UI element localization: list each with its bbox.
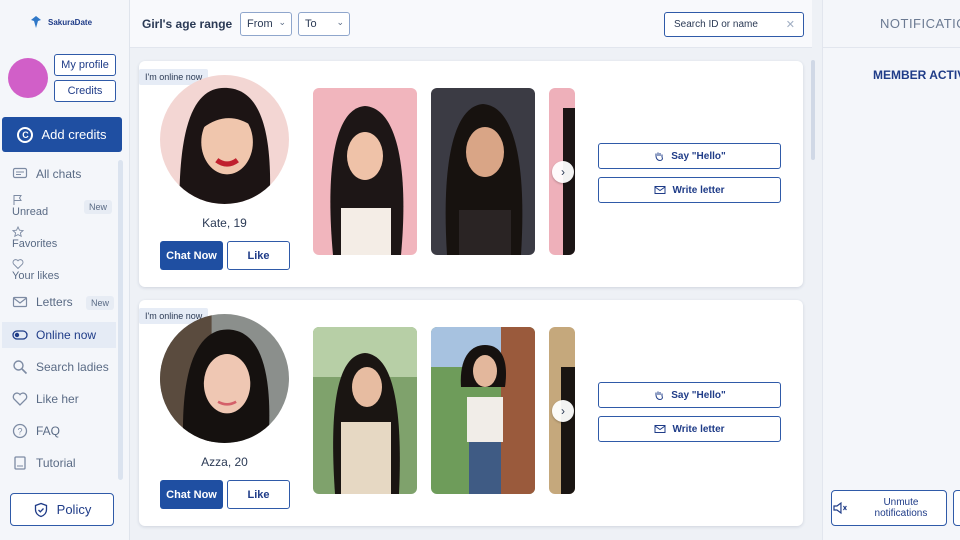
clear-icon[interactable]: ✕ — [786, 18, 795, 31]
profile-photo[interactable] — [160, 75, 289, 204]
profile-photo-image — [160, 75, 289, 204]
chat-now-button[interactable]: Chat Now — [160, 241, 223, 270]
say-hello-button[interactable]: Say "Hello" — [598, 143, 781, 169]
gallery-photo-image — [313, 88, 417, 255]
envelope-icon — [12, 296, 28, 308]
sidebar-item-label: Your likes — [12, 270, 60, 282]
age-from-value: From — [247, 18, 273, 30]
new-badge: New — [84, 200, 113, 214]
sidebar: SakuraDate My profile Credits C Add cred… — [0, 0, 130, 540]
logo-text: SakuraDate — [48, 17, 93, 27]
say-hello-label: Say "Hello" — [671, 389, 726, 401]
credits-button[interactable]: Credits — [54, 80, 116, 102]
flag-icon — [13, 195, 22, 205]
add-credits-button[interactable]: C Add credits — [2, 117, 122, 152]
search-icon — [13, 360, 28, 375]
avatar[interactable] — [8, 58, 48, 98]
sakura-logo-icon — [31, 16, 41, 28]
search-input[interactable]: Search ID or name ✕ — [664, 12, 804, 37]
shield-icon — [34, 502, 47, 517]
next-photo-button[interactable]: › — [552, 161, 574, 183]
gallery-photo[interactable] — [313, 327, 417, 494]
panel-button-partial[interactable] — [953, 490, 960, 526]
profile-photo-image — [160, 314, 289, 443]
chat-now-button[interactable]: Chat Now — [160, 480, 223, 509]
heart-icon — [12, 259, 24, 270]
sidebar-scrollbar[interactable] — [118, 160, 123, 480]
envelope-icon — [654, 425, 666, 433]
sidebar-item-label: Letters — [36, 295, 73, 309]
notifications-panel: NOTIFICATION MEMBER ACTIV Unmute notific… — [822, 0, 960, 540]
notifications-header: NOTIFICATION — [823, 0, 960, 48]
profile-name: Kate, 19 — [202, 216, 247, 230]
main-scrollbar[interactable] — [811, 60, 815, 160]
gallery-photo[interactable] — [313, 88, 417, 255]
book-icon — [14, 456, 26, 470]
sidebar-item-search-ladies[interactable]: Search ladies — [12, 359, 116, 375]
age-from-select[interactable]: From ⌄ — [240, 12, 292, 36]
gallery-photo[interactable] — [431, 88, 535, 255]
policy-button[interactable]: Policy — [10, 493, 114, 526]
chevron-down-icon: ⌄ — [336, 17, 344, 27]
wave-hand-icon — [655, 152, 664, 162]
sidebar-item-online-now[interactable]: Online now — [12, 327, 116, 343]
toggle-icon — [12, 330, 28, 340]
write-letter-button[interactable]: Write letter — [598, 416, 781, 442]
chat-icon — [12, 167, 28, 179]
say-hello-button[interactable]: Say "Hello" — [598, 382, 781, 408]
age-to-value: To — [305, 18, 317, 30]
gallery-photo-image — [313, 327, 417, 494]
write-letter-label: Write letter — [672, 423, 725, 435]
heart-icon — [12, 392, 28, 406]
sidebar-item-label: Favorites — [12, 238, 58, 250]
sidebar-item-tutorial[interactable]: Tutorial — [12, 455, 116, 471]
svg-text:?: ? — [17, 427, 22, 437]
profile-photo[interactable] — [160, 314, 289, 443]
unmute-label: Unmute notifications — [874, 497, 928, 519]
star-icon — [12, 226, 24, 238]
question-icon: ? — [12, 423, 28, 439]
say-hello-label: Say "Hello" — [671, 150, 726, 162]
profile-card: I'm online now Kate, 19 Chat Now Like › … — [139, 61, 803, 287]
chevron-down-icon: ⌄ — [278, 17, 286, 27]
sidebar-item-all-chats[interactable]: All chats — [12, 166, 116, 182]
speaker-icon — [833, 501, 847, 515]
sidebar-item-faq[interactable]: ? FAQ — [12, 423, 116, 439]
unmute-notifications-button[interactable]: Unmute notifications — [831, 490, 947, 526]
gallery-photo-image — [431, 327, 535, 494]
envelope-icon — [654, 186, 666, 194]
logo[interactable]: SakuraDate — [28, 14, 92, 30]
gallery-photo-image — [431, 88, 535, 255]
sidebar-item-label: Tutorial — [36, 456, 76, 470]
search-placeholder: Search ID or name — [674, 19, 758, 30]
sidebar-item-label: Online now — [36, 328, 97, 342]
member-activity-tab[interactable]: MEMBER ACTIV — [873, 68, 960, 82]
notifications-title: NOTIFICATION — [880, 16, 960, 31]
gallery-photo[interactable] — [431, 327, 535, 494]
age-to-select[interactable]: To ⌄ — [298, 12, 350, 36]
new-badge: New — [86, 296, 115, 310]
like-button[interactable]: Like — [227, 241, 290, 270]
write-letter-label: Write letter — [672, 184, 725, 196]
next-photo-button[interactable]: › — [552, 400, 574, 422]
write-letter-button[interactable]: Write letter — [598, 177, 781, 203]
policy-label: Policy — [56, 502, 92, 517]
sidebar-item-your-likes[interactable]: Your likes — [12, 258, 116, 282]
wave-hand-icon — [655, 391, 664, 401]
add-credits-label: Add credits — [41, 127, 107, 142]
sidebar-item-like-her[interactable]: Like her — [12, 391, 116, 407]
sidebar-item-label: Unread — [12, 206, 49, 218]
coin-icon: C — [17, 126, 34, 143]
age-range-label: Girl's age range — [142, 17, 233, 31]
like-button[interactable]: Like — [227, 480, 290, 509]
profile-name: Azza, 20 — [201, 455, 248, 469]
sidebar-item-label: Search ladies — [36, 360, 109, 374]
sidebar-item-label: Like her — [36, 392, 79, 406]
my-profile-button[interactable]: My profile — [54, 54, 116, 76]
filter-bar: Girl's age range From ⌄ To ⌄ Search ID o… — [130, 0, 812, 48]
sidebar-item-label: FAQ — [36, 424, 61, 438]
sidebar-item-favorites[interactable]: Favorites — [12, 226, 116, 250]
sidebar-item-label: All chats — [36, 167, 82, 181]
profile-card: I'm online now Azza, 20 Chat Now Like › … — [139, 300, 803, 526]
